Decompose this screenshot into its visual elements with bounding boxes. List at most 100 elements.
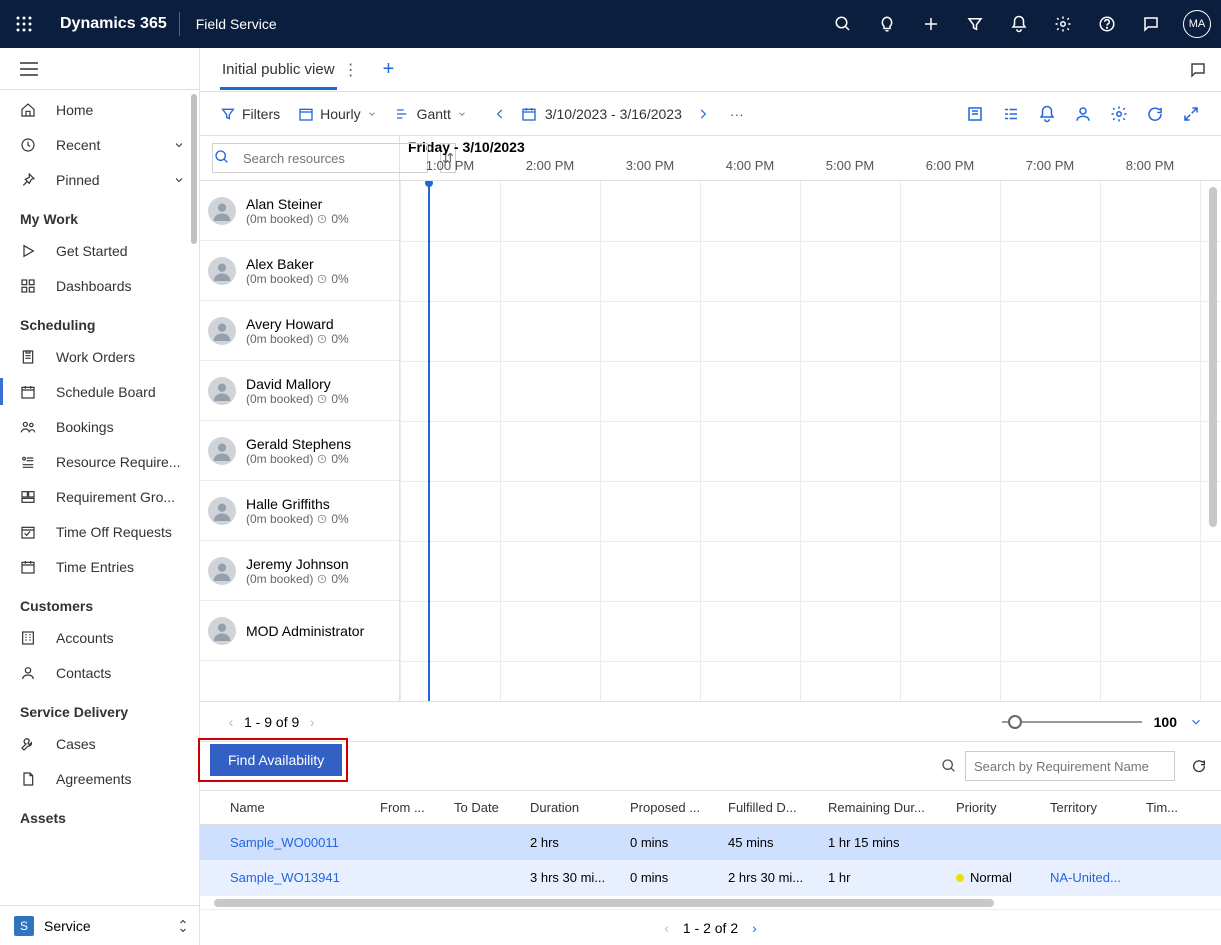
col-time[interactable]: Tim... xyxy=(1136,800,1186,815)
resource-row[interactable]: MOD Administrator xyxy=(200,601,399,661)
cell-name[interactable]: Sample_WO00011 xyxy=(220,835,370,850)
filter-icon xyxy=(220,106,236,122)
gantt-scrollbar[interactable] xyxy=(1209,187,1217,527)
next-page-icon[interactable]: › xyxy=(752,920,757,936)
area-picker[interactable]: S Service xyxy=(0,905,199,945)
avatar-icon xyxy=(208,317,236,345)
person-icon[interactable] xyxy=(1065,105,1101,123)
zoom-slider[interactable] xyxy=(1002,721,1142,723)
cell-fulfilled: 2 hrs 30 mi... xyxy=(718,870,818,885)
filter-icon[interactable] xyxy=(953,0,997,48)
requirement-row[interactable]: Sample_WO13941 3 hrs 30 mi... 0 mins 2 h… xyxy=(200,860,1221,895)
add-tab-icon[interactable]: + xyxy=(383,58,395,81)
people-icon xyxy=(20,419,40,435)
nav-time-entries[interactable]: Time Entries xyxy=(0,549,199,584)
nav-schedule-board[interactable]: Schedule Board xyxy=(0,374,199,409)
app-name[interactable]: Field Service xyxy=(180,16,293,32)
chat-icon[interactable] xyxy=(1129,0,1173,48)
col-from[interactable]: From ... xyxy=(370,800,444,815)
prev-range-button[interactable] xyxy=(485,107,515,121)
nav-label: Recent xyxy=(56,137,100,153)
nav-accounts[interactable]: Accounts xyxy=(0,620,199,655)
pager-text: 1 - 2 of 2 xyxy=(683,920,738,936)
search-icon xyxy=(941,758,957,774)
app-launcher-icon[interactable] xyxy=(0,16,48,32)
col-fulfilled[interactable]: Fulfilled D... xyxy=(718,800,818,815)
resource-row[interactable]: Halle Griffiths (0m booked) 0% xyxy=(200,481,399,541)
find-availability-button[interactable]: Find Availability xyxy=(210,744,342,776)
col-name[interactable]: Name xyxy=(220,800,370,815)
nav-resource-requirements[interactable]: Resource Require... xyxy=(0,444,199,479)
resource-row[interactable]: Alex Baker (0m booked) 0% xyxy=(200,241,399,301)
prev-page-icon[interactable]: ‹ xyxy=(664,920,669,936)
dashboard-icon xyxy=(20,278,40,294)
current-time-line xyxy=(428,181,430,701)
nav-get-started[interactable]: Get Started xyxy=(0,233,199,268)
nav-recent[interactable]: Recent xyxy=(0,127,199,162)
col-proposed[interactable]: Proposed ... xyxy=(620,800,718,815)
chevron-down-icon[interactable] xyxy=(1189,715,1203,729)
nav-toggle-icon[interactable] xyxy=(0,48,199,90)
book-icon[interactable] xyxy=(957,105,993,123)
col-remaining[interactable]: Remaining Dur... xyxy=(818,800,946,815)
user-avatar[interactable]: MA xyxy=(1183,10,1211,38)
nav-label: Schedule Board xyxy=(56,384,156,400)
col-priority[interactable]: Priority xyxy=(946,800,1040,815)
next-page-icon[interactable]: › xyxy=(299,714,325,730)
hourly-dropdown[interactable]: Hourly xyxy=(298,106,376,122)
nav-scrollbar[interactable] xyxy=(191,94,197,244)
col-to[interactable]: To Date xyxy=(444,800,520,815)
nav-dashboards[interactable]: Dashboards xyxy=(0,268,199,303)
resource-row[interactable]: Gerald Stephens (0m booked) 0% xyxy=(200,421,399,481)
resource-row[interactable]: Avery Howard (0m booked) 0% xyxy=(200,301,399,361)
alerts-icon[interactable] xyxy=(1029,105,1065,123)
nav-bookings[interactable]: Bookings xyxy=(0,409,199,444)
list-view-icon[interactable] xyxy=(993,105,1029,123)
resource-row[interactable]: Jeremy Johnson (0m booked) 0% xyxy=(200,541,399,601)
col-duration[interactable]: Duration xyxy=(520,800,620,815)
nav-agreements[interactable]: Agreements xyxy=(0,761,199,796)
resource-search-input[interactable] xyxy=(212,143,428,173)
grid-hscroll[interactable] xyxy=(200,895,1221,909)
nav-contacts[interactable]: Contacts xyxy=(0,655,199,690)
date-range-picker[interactable]: 3/10/2023 - 3/16/2023 xyxy=(521,106,682,122)
nav-section-customers: Customers xyxy=(0,584,199,620)
nav-work-orders[interactable]: Work Orders xyxy=(0,339,199,374)
nav-time-off[interactable]: Time Off Requests xyxy=(0,514,199,549)
nav-requirement-groups[interactable]: Requirement Gro... xyxy=(0,479,199,514)
copilot-chat-icon[interactable] xyxy=(1189,61,1207,79)
tab-initial-public-view[interactable]: Initial public view xyxy=(220,50,337,89)
refresh-icon[interactable] xyxy=(1191,758,1207,774)
gantt-area[interactable] xyxy=(400,181,1221,701)
nav-pinned[interactable]: Pinned xyxy=(0,162,199,197)
bell-icon[interactable] xyxy=(997,0,1041,48)
filters-label: Filters xyxy=(242,106,280,122)
expand-icon[interactable] xyxy=(1173,105,1209,123)
chevron-down-icon xyxy=(173,139,185,151)
lightbulb-icon[interactable] xyxy=(865,0,909,48)
filters-button[interactable]: Filters xyxy=(220,106,280,122)
resource-row[interactable]: David Mallory (0m booked) 0% xyxy=(200,361,399,421)
refresh-icon[interactable] xyxy=(1137,105,1173,123)
add-icon[interactable] xyxy=(909,0,953,48)
gantt-dropdown[interactable]: Gantt xyxy=(395,106,467,122)
resource-row[interactable]: Alan Steiner (0m booked) 0% xyxy=(200,181,399,241)
settings-icon[interactable] xyxy=(1101,105,1137,123)
brand-title[interactable]: Dynamics 365 xyxy=(48,15,179,33)
next-range-button[interactable] xyxy=(688,107,718,121)
nav-home[interactable]: Home xyxy=(0,92,199,127)
help-icon[interactable] xyxy=(1085,0,1129,48)
cell-territory[interactable]: NA-United... xyxy=(1040,870,1136,885)
col-territory[interactable]: Territory xyxy=(1040,800,1136,815)
gear-icon[interactable] xyxy=(1041,0,1085,48)
hour-label: 7:00 PM xyxy=(1000,158,1100,180)
nav-cases[interactable]: Cases xyxy=(0,726,199,761)
search-icon[interactable] xyxy=(821,0,865,48)
requirement-search-input[interactable] xyxy=(965,751,1175,781)
tab-more-icon[interactable]: ⋮ xyxy=(343,60,359,80)
more-toolbar-icon[interactable]: ··· xyxy=(730,106,744,122)
left-nav: Home Recent Pinned My Work Get Started D… xyxy=(0,48,200,945)
cell-name[interactable]: Sample_WO13941 xyxy=(220,870,370,885)
requirement-row[interactable]: Sample_WO00011 2 hrs 0 mins 45 mins 1 hr… xyxy=(200,825,1221,860)
prev-page-icon[interactable]: ‹ xyxy=(218,714,244,730)
